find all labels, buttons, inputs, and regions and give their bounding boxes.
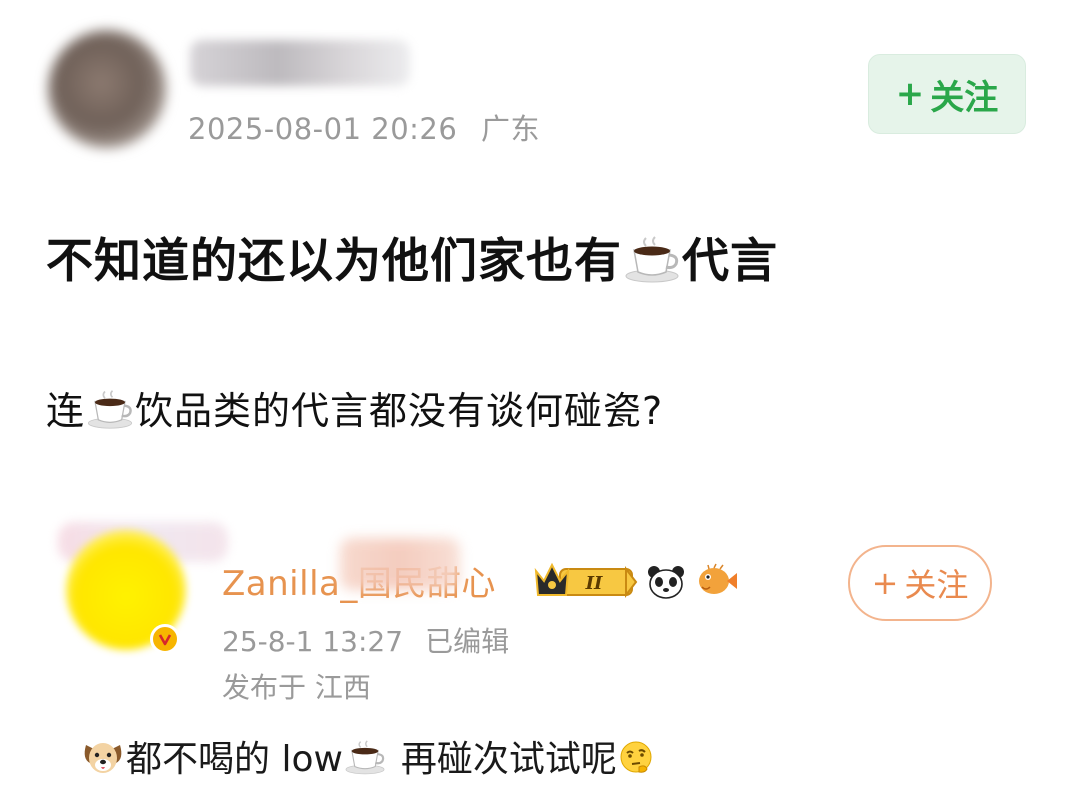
post-meta: 2025-08-01 20:26 广东: [188, 106, 540, 148]
comment-meta: 25-8-1 13:27 已编辑: [222, 620, 509, 660]
post-location: 广东: [481, 112, 541, 146]
username-redaction: [340, 538, 460, 590]
dog-icon: [80, 737, 126, 786]
follow-button[interactable]: + 关注: [868, 54, 1026, 134]
coffee-icon: [622, 234, 682, 296]
post-timestamp: 2025-08-01 20:26: [188, 112, 458, 146]
coffee-icon: [85, 387, 135, 440]
crown-badge-icon: II: [534, 561, 638, 605]
plus-icon: +: [895, 74, 925, 114]
panda-icon: [646, 564, 686, 604]
plus-icon: +: [871, 564, 899, 602]
edited-label: 已编辑: [425, 625, 510, 658]
poster-avatar[interactable]: [48, 30, 166, 148]
coffee-icon: [343, 737, 387, 786]
verified-v-icon: [150, 624, 180, 654]
comment-location: 发布于 江西: [222, 671, 371, 704]
thinking-face-icon: [617, 738, 655, 785]
follow-label: 关注: [904, 566, 969, 604]
comment-time: 25-8-1 13:27: [222, 625, 404, 658]
post-text-line-1: 不知道的还以为他们家也有 代言: [46, 222, 778, 296]
level-badge-text: II: [585, 573, 603, 594]
post-text-line-2: 连 饮品类的代言都没有谈何碰瓷?: [46, 380, 663, 440]
follow-label: 关注: [930, 77, 999, 118]
commenter-follow-button[interactable]: + 关注: [848, 545, 992, 621]
pufferfish-icon: [696, 563, 738, 603]
poster-name-blurred[interactable]: [190, 40, 410, 86]
comment-text: 都不喝的 low 再碰次试试呢: [80, 730, 655, 786]
